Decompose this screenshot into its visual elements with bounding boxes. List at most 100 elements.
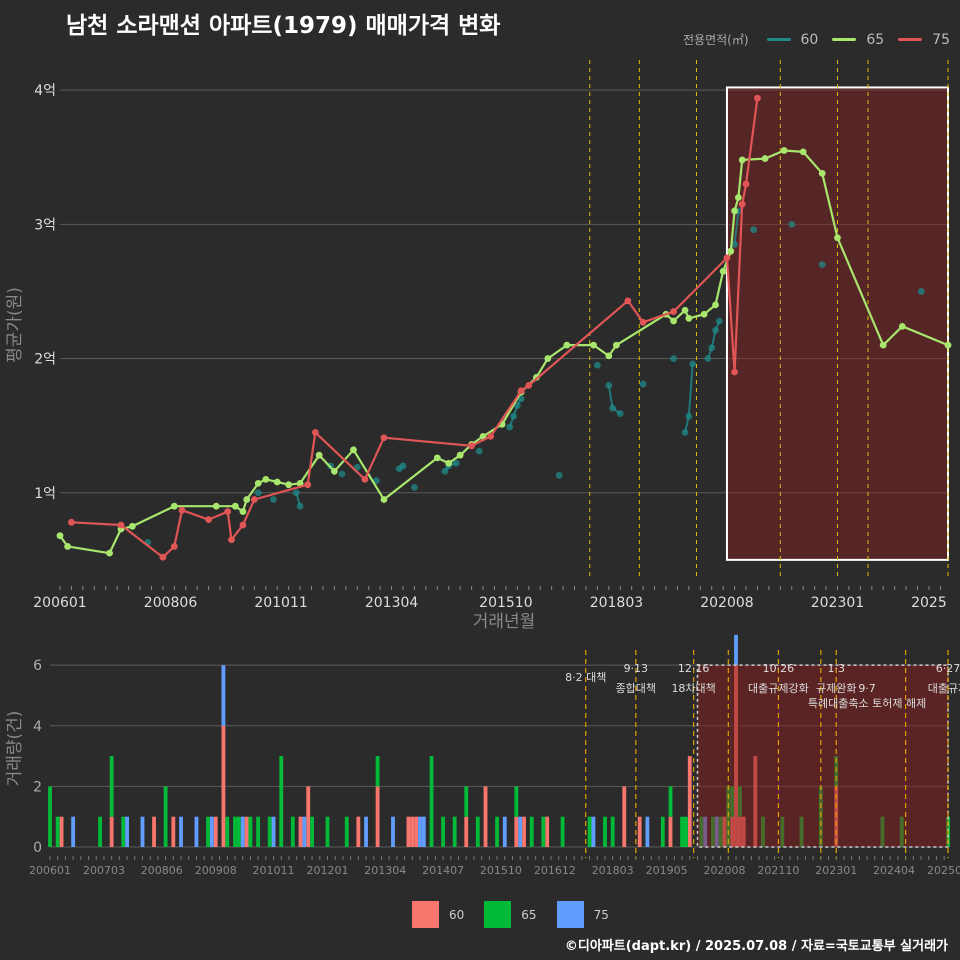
bar-x-tick-label: 201803 bbox=[592, 864, 634, 877]
bar-x-tick-label: 202506 bbox=[927, 864, 960, 877]
bar-x-tick-label: 201407 bbox=[422, 864, 464, 877]
policy-annotation: 8·2 대책 bbox=[565, 671, 606, 684]
series-65-point bbox=[879, 341, 887, 349]
bar-x-tick-label: 200806 bbox=[141, 864, 183, 877]
bar-x-tick-label: 200908 bbox=[195, 864, 237, 877]
series-65-point bbox=[64, 543, 72, 550]
series-75-point bbox=[361, 475, 369, 483]
series-65-point bbox=[681, 306, 689, 314]
bar-60 bbox=[213, 816, 218, 847]
bar-x-tick-label: 202008 bbox=[703, 864, 745, 877]
bar-y-tick-label: 6 bbox=[33, 658, 42, 674]
bar-60 bbox=[298, 816, 303, 847]
series-65-point bbox=[243, 496, 251, 503]
bar-65 bbox=[267, 816, 272, 847]
bar-65 bbox=[248, 816, 253, 847]
series-60-point bbox=[708, 344, 716, 352]
series-75-point bbox=[639, 318, 647, 326]
policy-annotation: 12·16 bbox=[678, 662, 710, 675]
series-65-point bbox=[544, 355, 552, 362]
series-75-point bbox=[159, 553, 167, 561]
bar-60 bbox=[244, 816, 249, 847]
series-60-point bbox=[670, 355, 677, 362]
bar-65 bbox=[429, 756, 434, 847]
bar-60 bbox=[109, 816, 114, 847]
bar-65 bbox=[310, 816, 314, 847]
bar-65 bbox=[256, 816, 261, 847]
bar-65 bbox=[541, 816, 546, 847]
series-65-point bbox=[834, 234, 841, 242]
series-60-point bbox=[681, 428, 689, 436]
y-tick-label: 3억 bbox=[34, 217, 56, 233]
bar-65 bbox=[279, 756, 284, 847]
bar-65 bbox=[325, 816, 330, 847]
y-axis-label: 평균가(원) bbox=[5, 287, 25, 363]
bar-75 bbox=[221, 665, 226, 726]
bar-75 bbox=[734, 634, 738, 666]
series-65-point bbox=[170, 502, 178, 510]
bar-65 bbox=[109, 756, 114, 817]
series-65-point bbox=[605, 352, 613, 360]
policy-annotation: 1·3 bbox=[827, 662, 845, 675]
series-60-point bbox=[555, 471, 563, 479]
series-65-point bbox=[129, 522, 136, 530]
bar-60 bbox=[522, 816, 526, 847]
series-75-point bbox=[117, 521, 125, 529]
bar-65 bbox=[464, 786, 469, 817]
series-65-point bbox=[738, 156, 746, 164]
series-65-point bbox=[331, 467, 338, 475]
series-65-point bbox=[273, 478, 281, 486]
series-60-point bbox=[750, 226, 758, 234]
bar-65 bbox=[452, 816, 457, 847]
series-75-point bbox=[170, 543, 178, 550]
series-75-point bbox=[487, 432, 495, 440]
bar-65 bbox=[610, 816, 615, 847]
series-60-point bbox=[510, 412, 517, 420]
bar-60 bbox=[221, 725, 226, 847]
bar-legend-label-75: 75 bbox=[593, 907, 609, 922]
series-75-point bbox=[670, 308, 677, 315]
series-60-point bbox=[254, 489, 262, 497]
bar-legend-label-60: 60 bbox=[449, 907, 465, 922]
series-75-point bbox=[178, 506, 186, 514]
bar-65 bbox=[660, 816, 665, 847]
series-65-point bbox=[106, 549, 113, 557]
bar-65 bbox=[48, 786, 52, 847]
series-60-point bbox=[712, 326, 719, 334]
bar-60 bbox=[514, 816, 519, 847]
series-75-point bbox=[311, 428, 319, 436]
series-75-point bbox=[742, 180, 750, 188]
series-65-point bbox=[712, 301, 719, 309]
series-65-point bbox=[670, 317, 677, 325]
bar-60 bbox=[59, 816, 64, 847]
series-75-point bbox=[517, 387, 525, 395]
series-65-point bbox=[731, 207, 738, 215]
series-65-point bbox=[456, 451, 464, 459]
policy-annotation: 10·26 bbox=[763, 662, 795, 675]
bar-65 bbox=[560, 816, 565, 847]
policy-annotation: 특례대출축소 토허제 해제 bbox=[808, 696, 926, 710]
series-75-point bbox=[68, 518, 75, 526]
series-60-point bbox=[685, 412, 693, 420]
series-65-point bbox=[231, 502, 239, 510]
series-75-point bbox=[205, 516, 213, 524]
bar-legend-swatch-60 bbox=[412, 901, 439, 928]
y-tick-label: 1억 bbox=[34, 486, 56, 502]
policy-annotation: 종합대책 bbox=[616, 682, 656, 695]
series-75-point bbox=[525, 381, 533, 389]
bar-legend-label-65: 65 bbox=[521, 907, 537, 922]
series-60-point bbox=[609, 404, 617, 412]
bar-65 bbox=[121, 816, 126, 847]
series-65-point bbox=[898, 322, 906, 330]
series-65-point bbox=[700, 310, 708, 318]
bar-65 bbox=[668, 786, 673, 817]
bar-75 bbox=[518, 816, 523, 847]
series-65-point bbox=[799, 148, 807, 156]
series-65-point bbox=[254, 479, 262, 487]
bar-65 bbox=[680, 816, 684, 847]
bar-65 bbox=[495, 816, 499, 847]
bar-75 bbox=[418, 816, 422, 847]
series-60-segment bbox=[687, 363, 694, 417]
bar-65 bbox=[225, 816, 230, 847]
series-75-point bbox=[380, 434, 388, 442]
